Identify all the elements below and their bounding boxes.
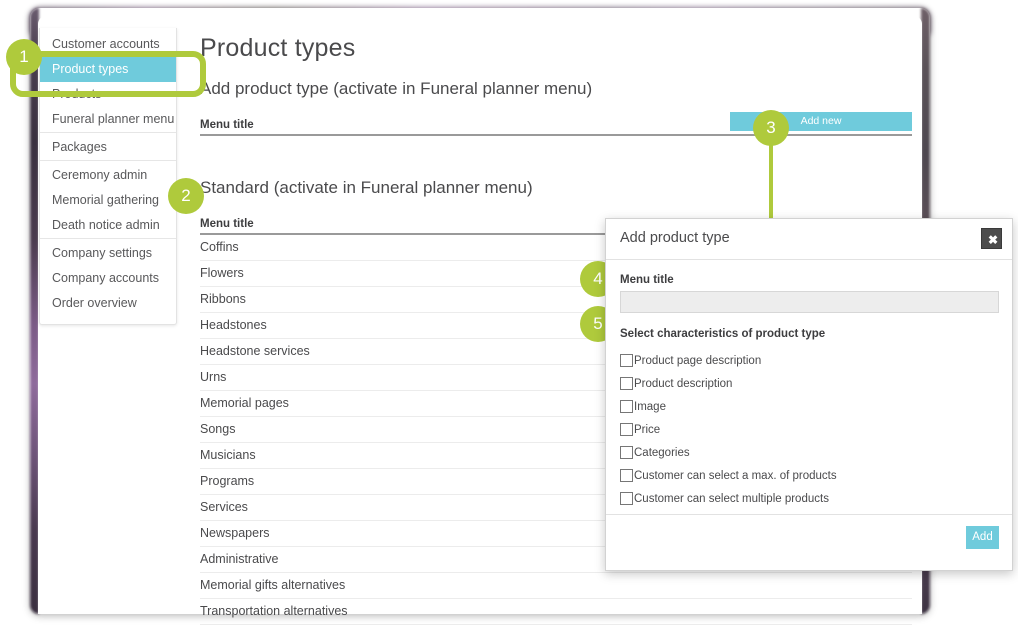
characteristic-row[interactable]: Product page description bbox=[620, 349, 998, 372]
sidebar-item-death-notice-admin[interactable]: Death notice admin bbox=[40, 213, 176, 239]
product-type-row[interactable]: Memorial gifts alternatives bbox=[200, 573, 912, 599]
sidebar-item-memorial-gathering[interactable]: Memorial gathering bbox=[40, 188, 176, 213]
modal-footer: Add bbox=[606, 514, 1012, 570]
characteristic-label: Customer can select a max. of products bbox=[634, 470, 837, 482]
page-title: Product types bbox=[200, 32, 912, 64]
section-title-add-product-type: Add product type (activate in Funeral pl… bbox=[200, 78, 912, 100]
product-type-row[interactable]: Transportation alternatives bbox=[200, 599, 912, 625]
characteristic-label: Product description bbox=[634, 378, 732, 390]
characteristic-row[interactable]: Image bbox=[620, 395, 998, 418]
callout-badge-1: 1 bbox=[6, 39, 42, 75]
characteristic-row[interactable]: Customer can select a max. of products bbox=[620, 464, 998, 487]
sidebar-item-ceremony-admin[interactable]: Ceremony admin bbox=[40, 163, 176, 188]
characteristic-label: Categories bbox=[634, 447, 690, 459]
sidebar-item-funeral-planner-menu[interactable]: Funeral planner menu bbox=[40, 107, 176, 133]
callout-badge-2: 2 bbox=[168, 178, 204, 214]
sidebar-item-company-settings[interactable]: Company settings bbox=[40, 241, 176, 266]
callout-badge-3: 3 bbox=[753, 110, 789, 146]
characteristic-row[interactable]: Customer can select multiple products bbox=[620, 487, 998, 510]
menu-title-input[interactable] bbox=[620, 291, 999, 313]
column-header-menu-title-add: Menu title bbox=[200, 119, 254, 131]
modal-add-button[interactable]: Add bbox=[966, 526, 999, 549]
checkbox-icon[interactable] bbox=[620, 446, 633, 459]
checkbox-icon[interactable] bbox=[620, 423, 633, 436]
column-header-menu-title-standard: Menu title bbox=[200, 218, 254, 230]
modal-body: Menu title Select characteristics of pro… bbox=[606, 260, 1012, 510]
characteristics-label: Select characteristics of product type bbox=[620, 328, 998, 340]
characteristic-row[interactable]: Price bbox=[620, 418, 998, 441]
add-product-type-modal: Add product type ✖ Menu title Select cha… bbox=[605, 218, 1013, 571]
characteristic-row[interactable]: Product description bbox=[620, 372, 998, 395]
characteristics-checkbox-list: Product page description Product descript… bbox=[620, 349, 998, 510]
characteristic-row[interactable]: Categories bbox=[620, 441, 998, 464]
sidebar-item-order-overview[interactable]: Order overview bbox=[40, 291, 176, 316]
checkbox-icon[interactable] bbox=[620, 469, 633, 482]
sidebar-item-packages[interactable]: Packages bbox=[40, 135, 176, 161]
section-title-standard: Standard (activate in Funeral planner me… bbox=[200, 177, 912, 199]
characteristic-label: Product page description bbox=[634, 355, 761, 367]
sidebar-item-company-accounts[interactable]: Company accounts bbox=[40, 266, 176, 291]
modal-header: Add product type ✖ bbox=[606, 219, 1012, 260]
characteristic-label: Customer can select multiple products bbox=[634, 493, 829, 505]
characteristic-label: Image bbox=[634, 401, 666, 413]
characteristic-label: Price bbox=[634, 424, 660, 436]
checkbox-icon[interactable] bbox=[620, 354, 633, 367]
add-table-header: Menu title Add new bbox=[200, 115, 912, 136]
checkbox-icon[interactable] bbox=[620, 492, 633, 505]
checkbox-icon[interactable] bbox=[620, 377, 633, 390]
modal-title: Add product type bbox=[620, 230, 730, 246]
checkbox-icon[interactable] bbox=[620, 400, 633, 413]
close-icon[interactable]: ✖ bbox=[981, 228, 1002, 249]
menu-title-label: Menu title bbox=[620, 274, 998, 286]
